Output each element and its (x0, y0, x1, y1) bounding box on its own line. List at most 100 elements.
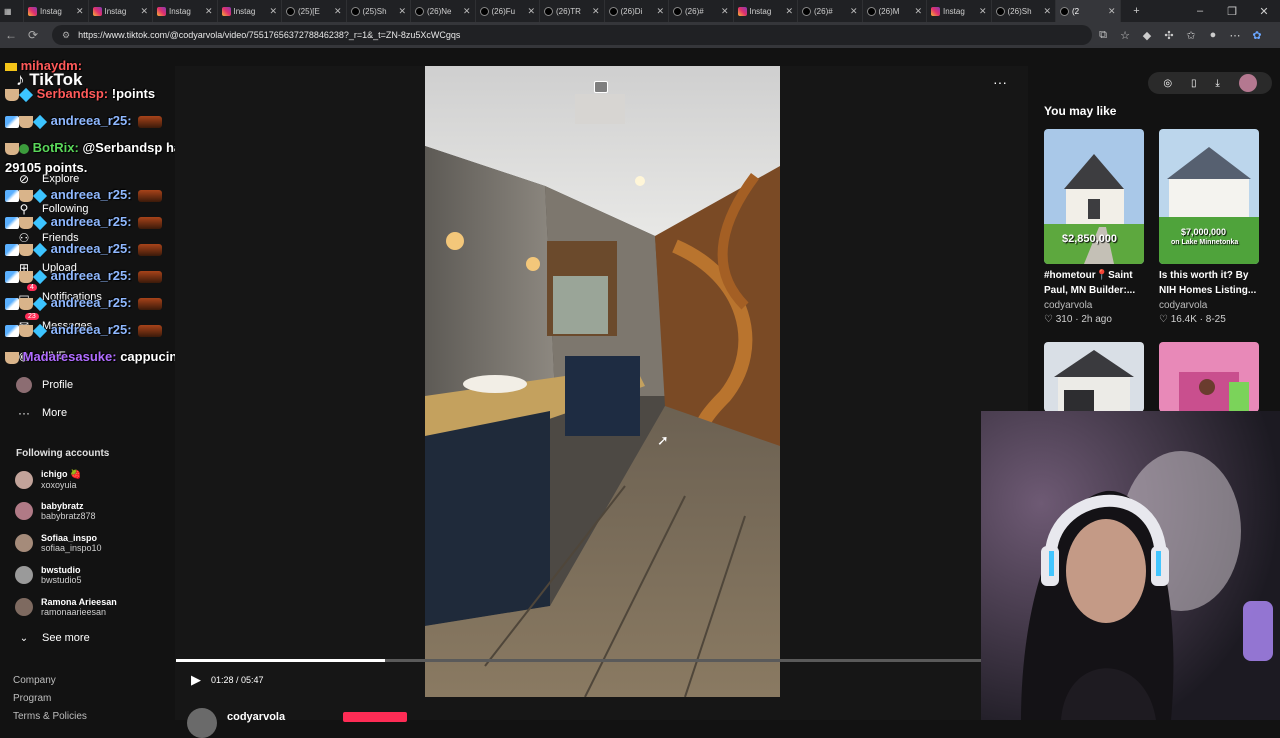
author-name[interactable]: codyarvola (227, 711, 285, 723)
video-more-options-icon[interactable]: ··· (993, 74, 1007, 90)
close-tab-icon[interactable]: ✕ (205, 6, 213, 17)
extension-icon[interactable]: ◆ (1136, 29, 1158, 42)
copilot-icon[interactable]: ✿ (1246, 29, 1268, 42)
close-tab-icon[interactable]: ✕ (785, 6, 793, 17)
menu-icon[interactable]: ⋯ (1224, 29, 1246, 42)
nav-more[interactable]: ··· More (16, 406, 67, 420)
recommended-video-card[interactable]: $2,850,000 #hometour📍Saint Paul, MN Buil… (1044, 129, 1144, 325)
tiktok-icon (995, 6, 1005, 16)
install-app-icon[interactable]: ⧉ (1092, 29, 1114, 42)
recommended-video-card[interactable] (1159, 342, 1259, 412)
coffee-badge-icon (5, 142, 19, 155)
browser-tab[interactable]: Instag ✕ (734, 0, 798, 22)
browser-tab[interactable]: Instag ✕ (218, 0, 282, 22)
video-thumbnail: $7,000,000 on Lake Minnetonka (1159, 129, 1259, 264)
browser-tab[interactable]: (25)Sh ✕ (347, 0, 411, 22)
follow-button[interactable] (343, 712, 407, 722)
browser-tab[interactable]: (26)M ✕ (863, 0, 927, 22)
miniplayer-icon[interactable] (594, 81, 608, 93)
close-tab-icon[interactable]: ✕ (140, 6, 148, 17)
close-tab-icon[interactable]: ✕ (656, 6, 664, 17)
tiktok-icon (415, 6, 424, 16)
close-tab-icon[interactable]: ✕ (1108, 6, 1116, 17)
author-avatar[interactable] (187, 708, 217, 738)
footer-company-link[interactable]: Company (13, 675, 56, 686)
footer-terms-link[interactable]: Terms & Policies (13, 711, 87, 722)
bookmark-star-icon[interactable]: ☆ (1114, 29, 1136, 42)
mouse-cursor-icon: ➚ (657, 432, 669, 448)
tab-label: (26)Sh (1007, 6, 1032, 16)
tab-grid-icon[interactable]: ▦ (0, 0, 24, 22)
download-icon[interactable]: ⤓ (1215, 78, 1219, 89)
browser-tab[interactable]: (26)TR ✕ (540, 0, 605, 22)
browser-tab[interactable]: (26)Sh ✕ (992, 0, 1056, 22)
close-tab-icon[interactable]: ✕ (914, 6, 922, 17)
tab-label: (26)Ne (427, 6, 452, 16)
browser-tab[interactable]: (26)Fu ✕ (476, 0, 540, 22)
reload-icon[interactable]: ⟳ (22, 28, 44, 42)
close-tab-icon[interactable]: ✕ (1043, 6, 1051, 17)
browser-tab[interactable]: (26)# ✕ (798, 0, 863, 22)
video-thumbnail (1159, 342, 1259, 412)
back-icon[interactable]: ← (0, 28, 22, 42)
recommended-video-card[interactable]: $7,000,000 on Lake Minnetonka Is this wo… (1159, 129, 1259, 325)
tab-label: Instag (749, 6, 772, 16)
account-item[interactable]: babybratz babybratz878 (15, 501, 96, 521)
browser-tab[interactable]: (26)# ✕ (669, 0, 734, 22)
streamer-webcam-image (981, 411, 1280, 720)
play-icon[interactable]: ▶ (191, 672, 201, 688)
browser-tab[interactable]: (2 ✕ (1056, 0, 1121, 22)
maximize-button[interactable]: ❐ (1216, 5, 1248, 18)
browser-tab[interactable]: (26)Di ✕ (605, 0, 669, 22)
account-item[interactable]: Sofiaa_inspo sofiaa_inspo10 (15, 533, 102, 553)
footer-program-link[interactable]: Program (13, 693, 51, 704)
browser-tab[interactable]: (26)Ne ✕ (411, 0, 476, 22)
coffee-badge-icon (19, 270, 33, 283)
chat-message: andreea_r25: (5, 322, 162, 338)
site-info-icon[interactable]: ⚙ (62, 30, 70, 41)
user-avatar-icon[interactable] (1238, 74, 1257, 92)
browser-tab[interactable]: Instag ✕ (89, 0, 153, 22)
browser-tab[interactable]: Instag ✕ (927, 0, 992, 22)
recommended-video-card[interactable] (1044, 342, 1144, 412)
coffee-badge-icon (5, 88, 19, 101)
see-more-button[interactable]: ⌄ See more (16, 632, 90, 644)
close-tab-icon[interactable]: ✕ (269, 6, 277, 17)
coffee-badge-icon (19, 115, 33, 128)
close-tab-icon[interactable]: ✕ (76, 6, 84, 17)
close-tab-icon[interactable]: ✕ (850, 6, 858, 17)
browser-tab[interactable]: (25)[E ✕ (282, 0, 347, 22)
close-tab-icon[interactable]: ✕ (334, 6, 342, 17)
chat-message: andreea_r25: (5, 214, 162, 230)
close-tab-icon[interactable]: ✕ (463, 6, 471, 17)
close-window-button[interactable]: ✕ (1248, 5, 1280, 18)
tab-label: (25)Sh (362, 6, 387, 16)
notifications-badge: 4 (27, 284, 37, 291)
video-frame[interactable] (425, 66, 780, 697)
video-progress-bar[interactable] (176, 659, 981, 662)
minimize-button[interactable]: – (1184, 5, 1216, 17)
account-item[interactable]: ichigo 🍓 xoxoyuia (15, 469, 81, 490)
puzzle-icon[interactable]: ✣ (1158, 29, 1180, 42)
close-tab-icon[interactable]: ✕ (979, 6, 987, 17)
new-tab-button[interactable]: + (1121, 5, 1153, 17)
profile-avatar-icon[interactable]: ● (1202, 29, 1224, 41)
tiktok-icon (286, 6, 295, 16)
close-tab-icon[interactable]: ✕ (721, 6, 729, 17)
account-item[interactable]: bwstudio bwstudio5 (15, 565, 82, 585)
favorites-icon[interactable]: ✩ (1180, 29, 1202, 42)
close-tab-icon[interactable]: ✕ (592, 6, 600, 17)
close-tab-icon[interactable]: ✕ (398, 6, 406, 17)
sword-badge-icon (5, 115, 19, 128)
close-tab-icon[interactable]: ✕ (527, 6, 535, 17)
url-field[interactable]: ⚙ https://www.tiktok.com/@codyarvola/vid… (52, 25, 1092, 45)
sword-badge-icon (5, 297, 19, 310)
browser-tab[interactable]: Instag ✕ (24, 0, 89, 22)
device-icon[interactable]: ▯ (1191, 78, 1197, 89)
account-item[interactable]: Ramona Arieesan ramonaarieesan (15, 597, 117, 617)
video-progress-fill (176, 659, 386, 662)
nav-profile[interactable]: Profile (16, 377, 73, 393)
browser-tab[interactable]: Instag ✕ (153, 0, 218, 22)
history-icon[interactable]: ◎ (1163, 78, 1172, 89)
instagram-icon (931, 6, 940, 16)
